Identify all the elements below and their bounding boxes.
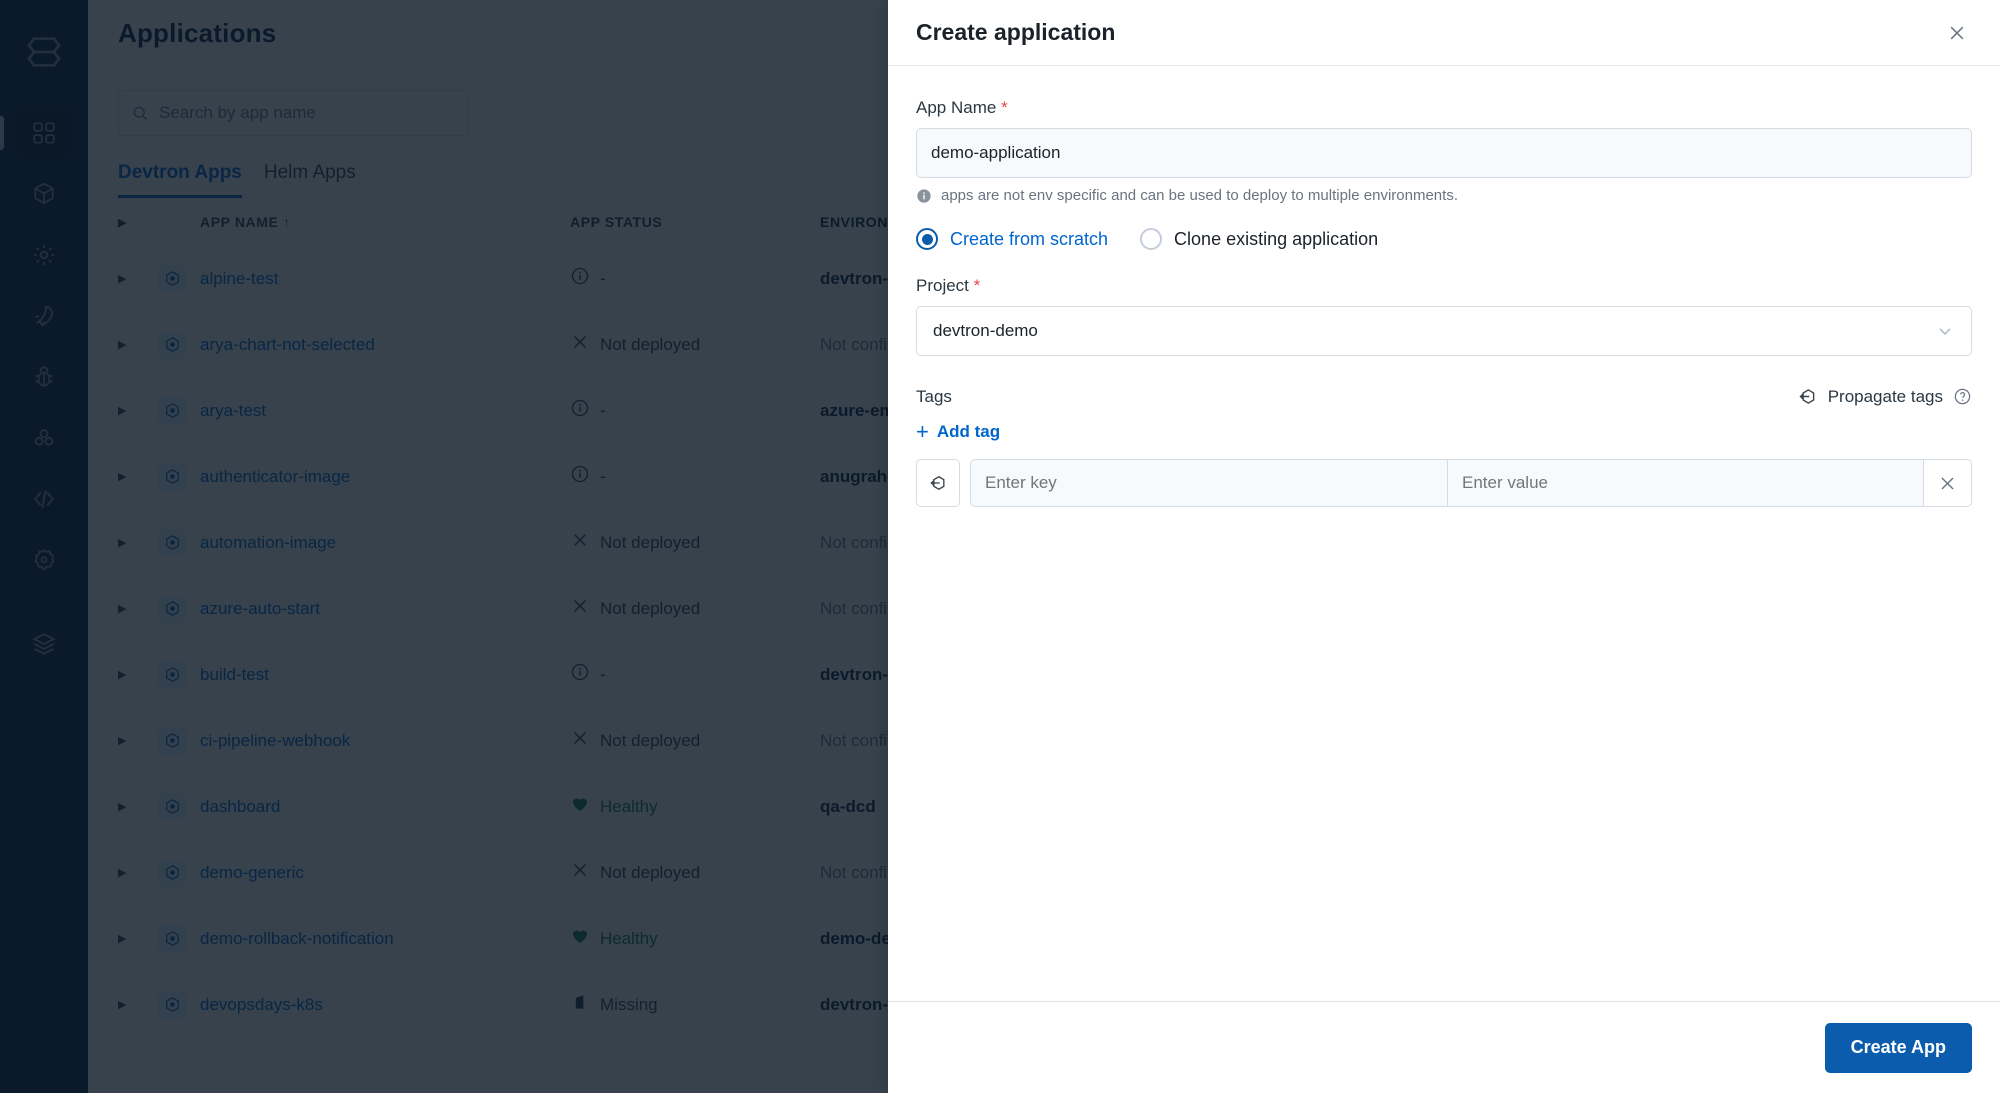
project-select[interactable]: devtron-demo xyxy=(916,306,1972,356)
radio-clone-existing-application[interactable]: Clone existing application xyxy=(1140,228,1378,250)
project-selected-value: devtron-demo xyxy=(933,321,1038,340)
chevron-down-icon xyxy=(1939,328,1951,336)
propagate-tags-label: Propagate tags xyxy=(1827,386,1943,406)
delete-tag-button[interactable] xyxy=(1924,459,1972,507)
add-tag-button[interactable]: + Add tag xyxy=(916,421,1972,443)
tag-row xyxy=(916,459,1972,507)
app-name-input[interactable] xyxy=(916,128,1972,178)
project-label: Project * xyxy=(916,276,981,295)
propagate-hexagon-icon xyxy=(1799,389,1815,404)
tags-label: Tags xyxy=(916,386,952,406)
tag-propagate-toggle[interactable] xyxy=(916,459,960,507)
required-marker: * xyxy=(973,276,981,295)
tag-value-input[interactable] xyxy=(1447,459,1924,507)
modal-footer: Create App xyxy=(888,1001,2000,1093)
app-name-label: App Name * xyxy=(916,98,1008,117)
modal-title: Create application xyxy=(916,19,1116,45)
tags-header: Tags Propagate tags xyxy=(916,386,1972,407)
question-mark-icon[interactable] xyxy=(1953,387,1972,406)
modal-header: Create application xyxy=(888,0,2000,66)
plus-icon: + xyxy=(916,419,929,444)
radio-label: Clone existing application xyxy=(1174,228,1379,249)
radio-indicator xyxy=(1140,228,1163,250)
app-name-helper-text: apps are not env specific and can be use… xyxy=(941,187,1458,204)
app-name-helper: apps are not env specific and can be use… xyxy=(916,187,1972,204)
create-app-button[interactable]: Create App xyxy=(1824,1022,1972,1073)
tag-key-input[interactable] xyxy=(970,459,1447,507)
radio-label: Create from scratch xyxy=(950,228,1109,249)
info-icon xyxy=(917,188,931,203)
propagate-hexagon-icon xyxy=(930,475,945,491)
radio-indicator xyxy=(916,228,938,250)
create-application-modal: Create application App Name * apps are n… xyxy=(888,0,2000,1093)
propagate-tags-button[interactable]: Propagate tags xyxy=(1797,386,1972,407)
modal-body: App Name * apps are not env specific and… xyxy=(888,66,2000,1001)
add-tag-label: Add tag xyxy=(936,422,1001,441)
close-icon xyxy=(1941,476,1954,490)
required-marker: * xyxy=(1001,98,1008,117)
close-icon[interactable] xyxy=(1940,16,1974,50)
radio-create-from-scratch[interactable]: Create from scratch xyxy=(916,228,1108,250)
creation-mode-radio-group: Create from scratch Clone existing appli… xyxy=(916,228,1972,250)
